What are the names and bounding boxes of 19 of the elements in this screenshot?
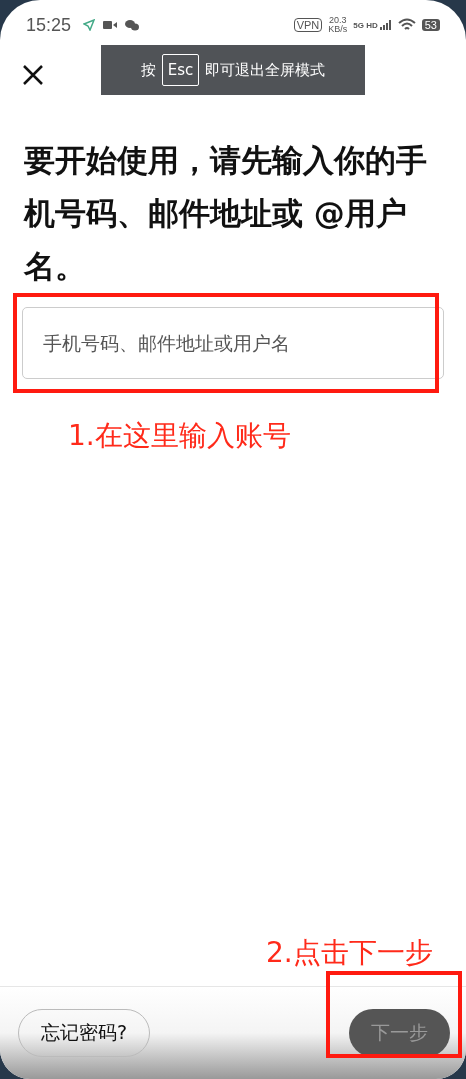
network-type: 5G HD	[353, 20, 378, 30]
toast-text: 按	[140, 60, 156, 80]
close-icon[interactable]	[22, 64, 44, 86]
vpn-indicator: VPN	[293, 18, 323, 32]
video-icon	[103, 20, 118, 30]
signal-icon	[379, 20, 392, 30]
chat-icon	[125, 19, 140, 31]
account-input-field[interactable]: 手机号码、邮件地址或用户名	[22, 307, 444, 379]
speed-unit: KB/s	[328, 25, 348, 34]
status-time: 15:25	[26, 14, 72, 36]
annotation-label: 1.在这里输入账号	[68, 418, 292, 454]
wifi-icon	[397, 18, 416, 32]
esc-key: Esc	[161, 54, 200, 86]
send-icon	[83, 19, 96, 31]
toast-text: 即可退出全屏模式	[205, 60, 326, 80]
battery-indicator: 53	[421, 19, 440, 31]
network-speed: 20.3	[329, 16, 347, 25]
annotation-label: 2.点击下一步	[266, 935, 434, 971]
instruction-heading: 要开始使用，请先输入你的手机号码、邮件地址或 @用户名。	[24, 141, 428, 286]
